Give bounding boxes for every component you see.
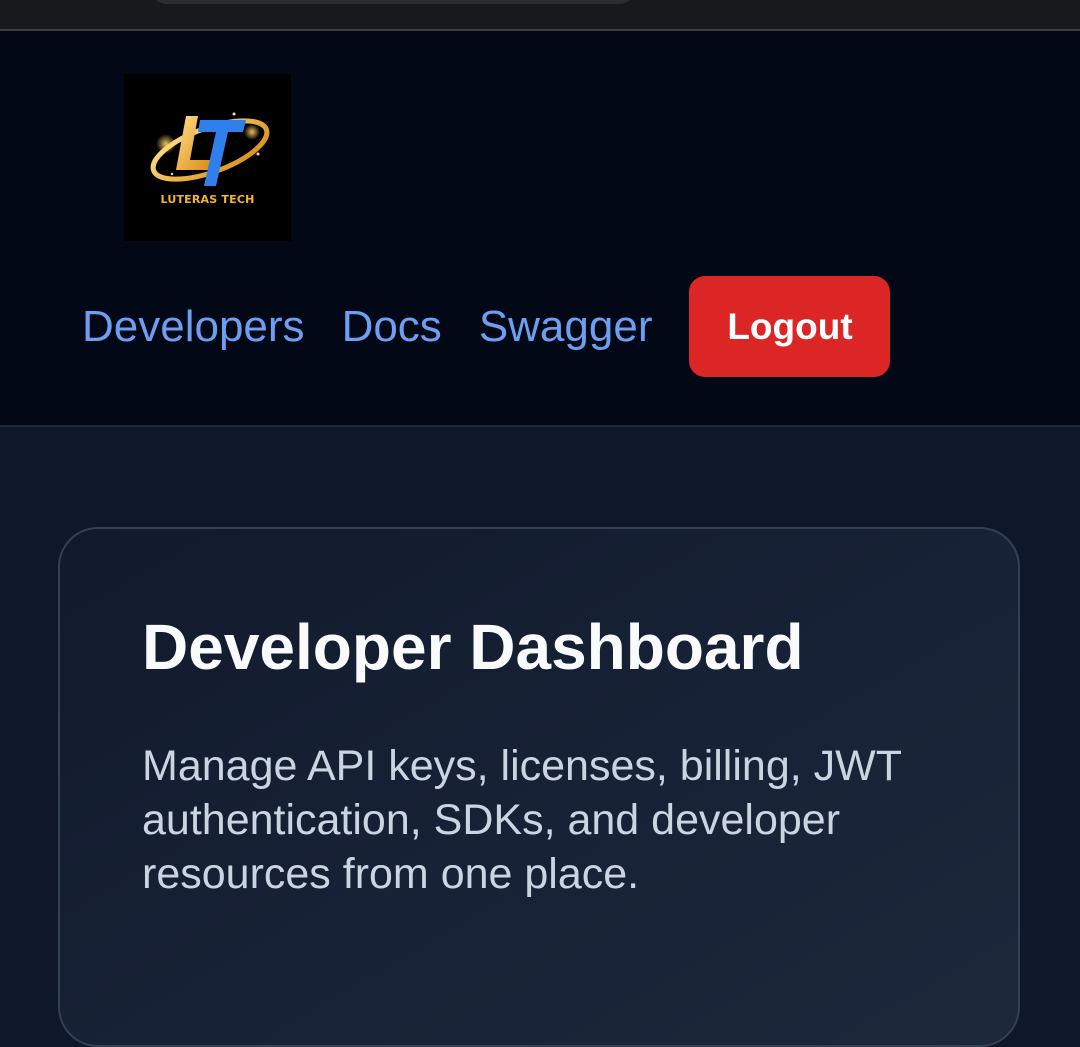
nav-link-docs[interactable]: Docs — [342, 304, 442, 349]
luteras-tech-logo[interactable]: LUTERAS TECH — [124, 74, 291, 241]
page-title: Developer Dashboard — [142, 611, 804, 683]
browser-top-bar — [0, 0, 1080, 31]
address-bar[interactable] — [150, 0, 636, 4]
dashboard-hero-card: Developer Dashboard Manage API keys, lic… — [58, 527, 1020, 1047]
nav-link-swagger[interactable]: Swagger — [479, 304, 653, 349]
site-header: LUTERAS TECH Developers Docs Swagger Log… — [0, 31, 1080, 427]
logo-mark-icon — [150, 112, 270, 186]
nav-link-developers[interactable]: Developers — [82, 304, 305, 349]
main-content: Developer Dashboard Manage API keys, lic… — [0, 427, 1080, 1047]
main-nav: Developers Docs Swagger Logout — [82, 276, 891, 377]
page-description: Manage API keys, licenses, billing, JWT … — [142, 742, 902, 898]
logout-button[interactable]: Logout — [689, 276, 891, 377]
logo-text: LUTERAS TECH — [160, 193, 255, 206]
